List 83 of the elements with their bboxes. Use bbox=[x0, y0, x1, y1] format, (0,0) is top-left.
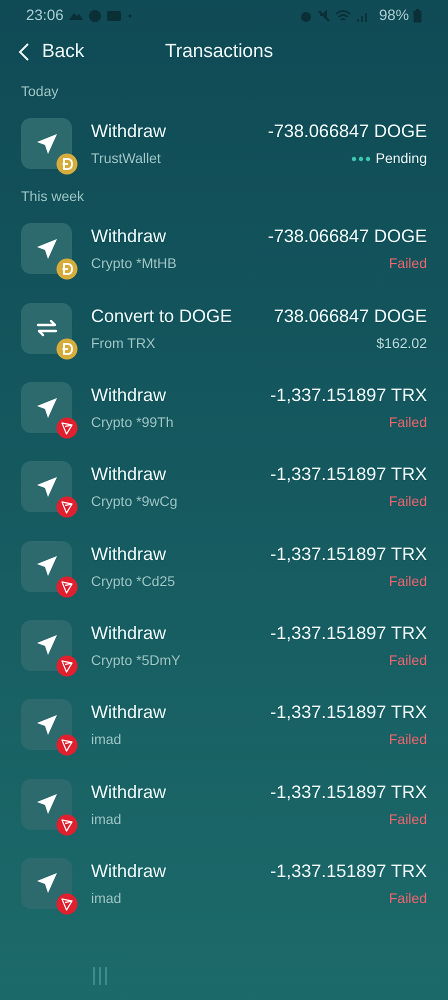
transaction-subtitle: imad bbox=[91, 810, 122, 829]
transaction-title: Convert to DOGE bbox=[91, 304, 234, 328]
transaction-amount: -1,337.151897 TRX bbox=[270, 701, 427, 724]
tron-icon bbox=[56, 576, 78, 598]
transaction-title: Withdraw bbox=[91, 860, 168, 883]
transaction-title: Withdraw bbox=[91, 701, 168, 724]
dogecoin-icon bbox=[56, 338, 78, 360]
transaction-subtitle: Crypto *9wCg bbox=[91, 492, 178, 512]
transaction-amount: -1,337.151897 TRX bbox=[270, 860, 427, 883]
dot-icon bbox=[126, 12, 134, 20]
section-heading: This week bbox=[21, 186, 84, 206]
back-button[interactable]: Back bbox=[0, 38, 84, 66]
transaction-title: Withdraw bbox=[91, 622, 168, 645]
battery-level: 98% bbox=[378, 6, 409, 26]
transaction-subtitle: Crypto *5DmY bbox=[91, 650, 182, 670]
transaction-row[interactable]: Withdraw Crypto *Cd25 -1,337.151897 TRX Failed bbox=[0, 526, 448, 606]
transaction-subtitle: Crypto *99Th bbox=[91, 413, 174, 432]
send-icon bbox=[34, 554, 58, 578]
transaction-row[interactable]: Withdraw Crypto *5DmY -1,337.151897 TRX Failed bbox=[0, 606, 448, 686]
transaction-subtitle: imad bbox=[91, 888, 122, 908]
wifi-icon bbox=[334, 9, 351, 23]
recent-apps-icon[interactable] bbox=[90, 966, 110, 986]
status-label: Failed bbox=[388, 572, 427, 591]
send-icon bbox=[34, 712, 58, 737]
transaction-row[interactable]: Withdraw Crypto *99Th -1,337.151897 TRX Failed bbox=[0, 368, 448, 448]
fiat-value: $162.02 bbox=[376, 334, 427, 353]
transaction-row[interactable]: Withdraw TrustWallet -738.066847 DOGE Pending bbox=[0, 104, 448, 184]
transaction-subtitle: imad bbox=[91, 730, 122, 750]
transaction-title: Withdraw bbox=[91, 120, 168, 144]
send-icon bbox=[34, 792, 58, 816]
send-icon bbox=[34, 132, 58, 156]
tron-icon bbox=[56, 892, 78, 915]
transaction-row[interactable]: Withdraw imad -1,337.151897 TRX Failed bbox=[0, 764, 448, 844]
transaction-row[interactable]: Withdraw imad -1,337.151897 TRX Failed bbox=[0, 844, 448, 923]
transaction-amount: -1,337.151897 TRX bbox=[270, 542, 427, 566]
transaction-amount: 738.066847 DOGE bbox=[274, 304, 427, 328]
status-time: 23:06 bbox=[26, 6, 64, 26]
battery-icon bbox=[413, 9, 422, 23]
transaction-title: Withdraw bbox=[91, 384, 168, 408]
status-label: Failed bbox=[388, 730, 427, 750]
transaction-row[interactable]: Withdraw imad -1,337.151897 TRX Failed bbox=[0, 685, 448, 764]
send-icon bbox=[34, 474, 58, 499]
send-icon bbox=[34, 633, 58, 658]
send-icon bbox=[34, 396, 58, 420]
send-icon bbox=[34, 236, 58, 261]
transaction-title: Withdraw bbox=[91, 780, 168, 804]
section-heading: Today bbox=[21, 82, 58, 101]
transaction-amount: -738.066847 DOGE bbox=[268, 225, 427, 248]
transaction-subtitle: Crypto *Cd25 bbox=[91, 572, 176, 591]
tron-icon bbox=[56, 417, 78, 440]
transaction-amount: -1,337.151897 TRX bbox=[270, 384, 427, 408]
status-label: Failed bbox=[388, 650, 427, 670]
status-label: Pending bbox=[376, 149, 427, 168]
transaction-amount: -1,337.151897 TRX bbox=[270, 463, 427, 486]
tron-icon bbox=[56, 654, 78, 677]
pending-dots-icon bbox=[350, 156, 371, 162]
transaction-title: Withdraw bbox=[91, 225, 168, 248]
dogecoin-icon bbox=[56, 258, 78, 280]
status-label: Failed bbox=[388, 254, 427, 274]
transaction-amount: -1,337.151897 TRX bbox=[270, 780, 427, 804]
dogecoin-icon bbox=[56, 153, 78, 176]
tron-icon bbox=[56, 496, 78, 518]
transaction-row[interactable]: Withdraw Crypto *MtHB -738.066847 DOGE Failed bbox=[0, 209, 448, 289]
chevron-left-icon bbox=[18, 42, 30, 62]
video-icon bbox=[106, 10, 122, 22]
page-title: Transactions bbox=[165, 40, 274, 64]
status-label: Failed bbox=[388, 810, 427, 829]
mute-icon bbox=[316, 9, 331, 23]
transaction-subtitle: From TRX bbox=[91, 334, 156, 353]
transaction-row[interactable]: Convert to DOGE From TRX 738.066847 DOGE $162.02 bbox=[0, 288, 448, 368]
transaction-subtitle: TrustWallet bbox=[91, 149, 162, 168]
send-icon bbox=[34, 871, 58, 896]
tron-icon bbox=[56, 814, 78, 836]
transaction-row[interactable]: Withdraw Crypto *9wCg -1,337.151897 TRX Failed bbox=[0, 447, 448, 526]
tron-icon bbox=[56, 734, 78, 756]
transaction-title: Withdraw bbox=[91, 542, 168, 566]
transaction-amount: -738.066847 DOGE bbox=[268, 120, 427, 144]
transaction-subtitle: Crypto *MtHB bbox=[91, 254, 178, 274]
status-label: Failed bbox=[388, 413, 427, 432]
status-label: Failed bbox=[388, 492, 427, 512]
transaction-amount: -1,337.151897 TRX bbox=[270, 622, 427, 645]
transaction-title: Withdraw bbox=[91, 463, 168, 486]
status-label: Failed bbox=[388, 888, 427, 908]
